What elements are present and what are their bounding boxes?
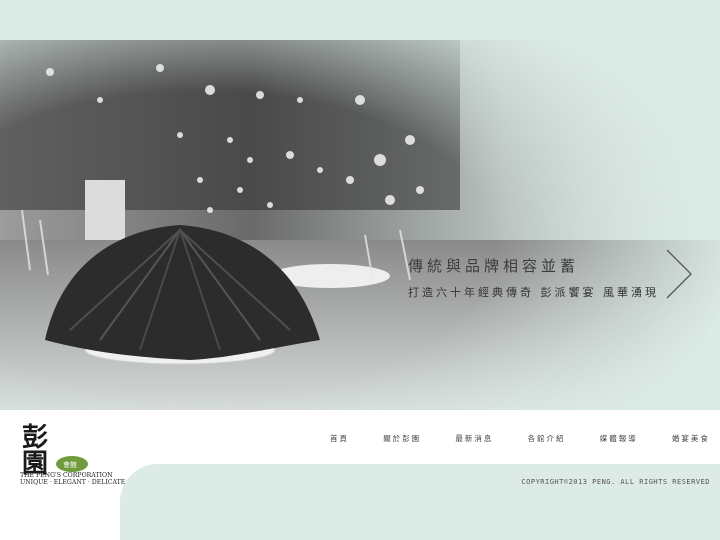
- logo-text: THE PENG'S CORPORATION UNIQUE · ELEGANT …: [20, 472, 125, 486]
- nav-venues[interactable]: 各館介紹: [528, 433, 566, 444]
- tagline: 傳統與品牌相容並蓄 打造六十年經典傳奇 彭派饗宴 風華湧現: [408, 255, 659, 300]
- nav-wedding[interactable]: 婚宴美食: [672, 433, 710, 444]
- footer-band: [120, 464, 720, 540]
- hero-banner: 傳統與品牌相容並蓄 打造六十年經典傳奇 彭派饗宴 風華湧現: [0, 0, 720, 410]
- main-nav: 首頁 關於彭園 最新消息 各館介紹 媒體報導 婚宴美食: [330, 433, 710, 444]
- nav-news[interactable]: 最新消息: [455, 433, 493, 444]
- hero-photo: [0, 40, 720, 410]
- nav-media[interactable]: 媒體報導: [600, 433, 638, 444]
- logo-company: THE PENG'S CORPORATION: [20, 472, 113, 479]
- copyright-text: COPYRIGHT©2013 PENG. ALL RIGHTS RESERVED: [521, 478, 710, 486]
- tagline-title: 傳統與品牌相容並蓄: [408, 257, 580, 275]
- logo-badge-text: 會館: [63, 460, 77, 469]
- nav-home[interactable]: 首頁: [330, 433, 349, 444]
- chevron-right-icon[interactable]: [664, 248, 694, 300]
- nav-about[interactable]: 關於彭園: [383, 433, 421, 444]
- logo-motto: UNIQUE · ELEGANT · DELICATE: [20, 479, 126, 486]
- tagline-subtitle: 打造六十年經典傳奇 彭派饗宴 風華湧現: [408, 286, 659, 299]
